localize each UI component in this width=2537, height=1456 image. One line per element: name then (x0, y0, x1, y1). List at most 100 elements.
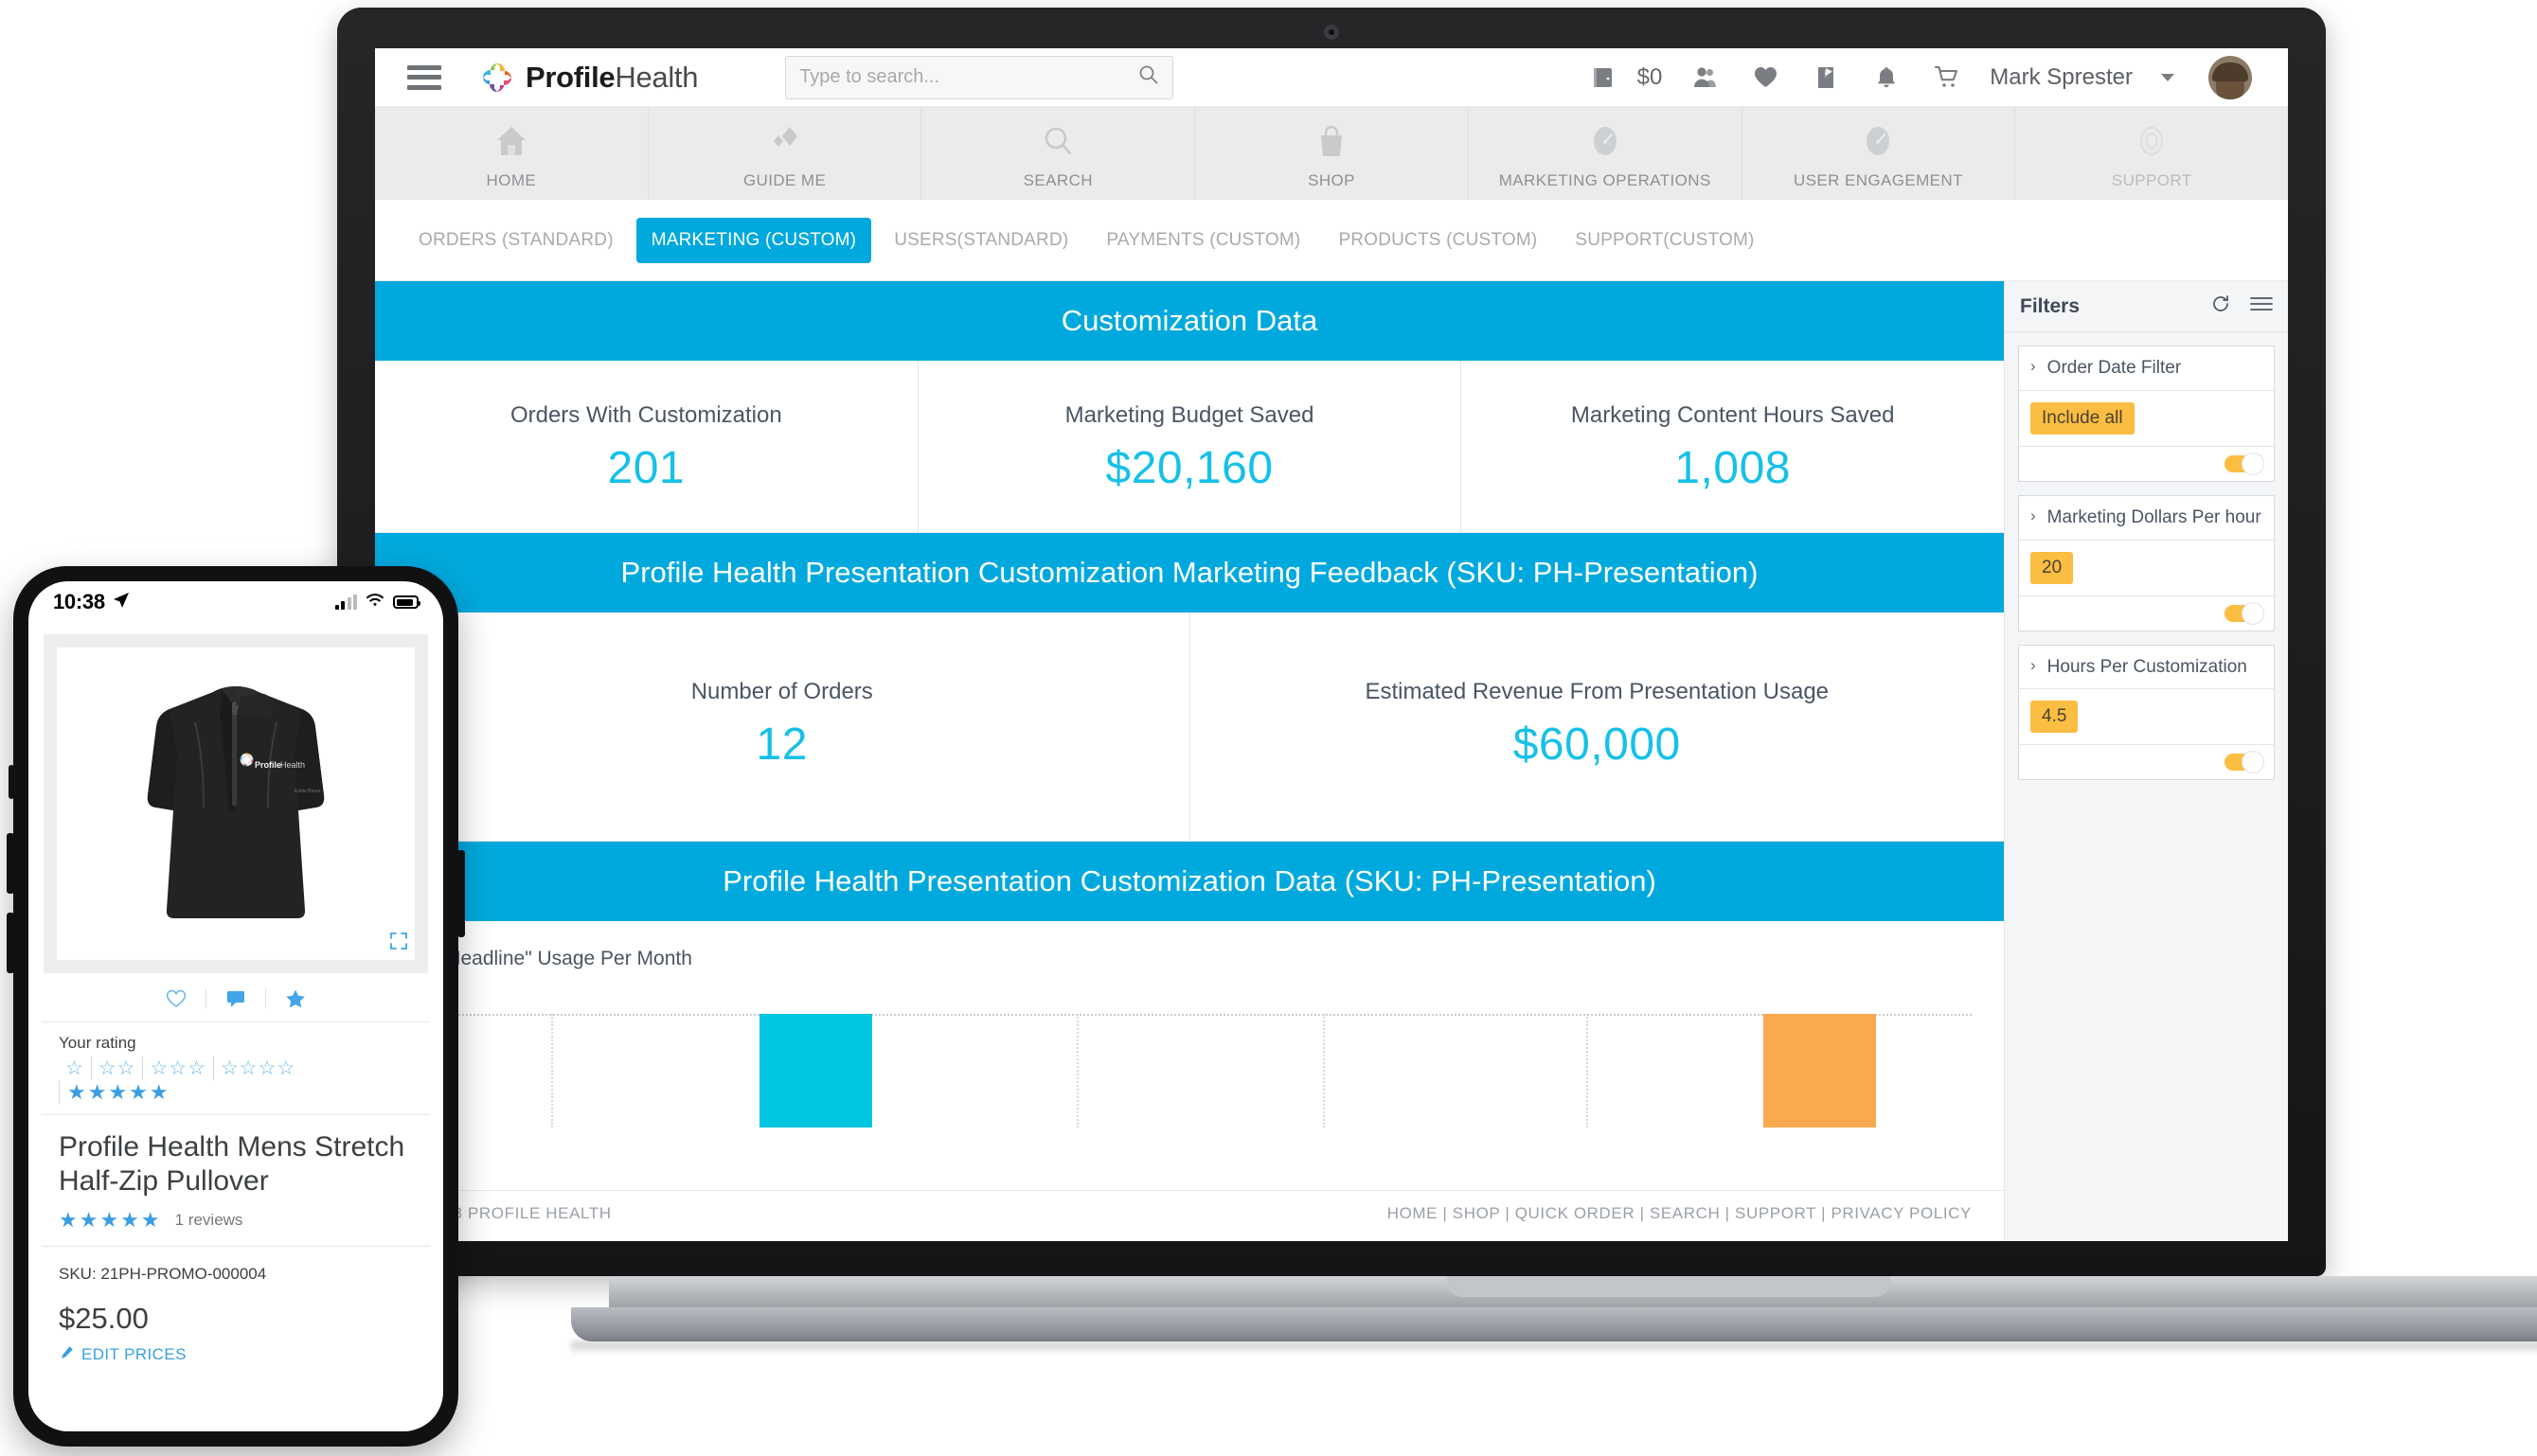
nav-label: MARKETING OPERATIONS (1498, 171, 1711, 189)
hamburger-icon[interactable] (407, 64, 441, 90)
edit-prices-link[interactable]: EDIT PRICES (42, 1341, 430, 1365)
chart-vgrid (1585, 1014, 1588, 1128)
rating-group-2[interactable]: ☆☆ (90, 1056, 143, 1080)
nav-item-marketing-operations[interactable]: MARKETING OPERATIONS (1469, 107, 1742, 200)
gauge-icon (1588, 122, 1622, 160)
star-icon[interactable] (265, 988, 325, 1008)
product-sku: SKU: 21PH-PROMO-000004 (59, 1265, 267, 1283)
chart-gridline (428, 1014, 1972, 1016)
nav-item-shop[interactable]: SHOP (1195, 107, 1469, 200)
filter-value-pill[interactable]: Include all (2030, 401, 2135, 435)
filter-group-header[interactable]: › Order Date Filter (2019, 346, 2274, 391)
app-body: Customization Data Orders With Customiza… (375, 281, 2288, 1241)
shopping-cart-icon[interactable] (1929, 60, 1965, 96)
search-input[interactable] (799, 66, 1132, 88)
webcam-icon (1324, 25, 1339, 40)
filter-group-body: Include all (2019, 391, 2274, 447)
rating-selected[interactable]: ★★★★★ (59, 1080, 413, 1105)
bell-icon[interactable] (1868, 60, 1904, 96)
brand-light: Health (615, 60, 699, 94)
tab-orders-standard[interactable]: ORDERS (STANDARD) (403, 218, 629, 263)
nav-item-search[interactable]: SEARCH (921, 107, 1196, 200)
filter-group-footer (2019, 745, 2274, 779)
report-tabs: ORDERS (STANDARD) MARKETING (CUSTOM) USE… (375, 200, 2288, 281)
comment-icon[interactable] (205, 988, 265, 1008)
header-actions: $0 Mark Sprester (1586, 55, 2252, 99)
filter-group-footer (2019, 596, 2274, 630)
chevron-right-icon[interactable]: › (2030, 656, 2036, 675)
chart-vgrid (551, 1014, 554, 1128)
chevron-right-icon[interactable]: › (2030, 506, 2036, 525)
brand-text: ProfileHealth (526, 61, 698, 95)
chart-bar[interactable] (1762, 1014, 1876, 1128)
filters-header: Filters (2005, 281, 2288, 332)
laptop-base-lower (571, 1307, 2537, 1341)
tab-products-custom[interactable]: PRODUCTS (CUSTOM) (1323, 218, 1552, 263)
filter-value-pill[interactable]: 4.5 (2030, 701, 2079, 734)
kpi-value: 12 (756, 719, 808, 770)
filter-toggle[interactable] (2224, 751, 2264, 774)
phone-volume-down-button (7, 913, 14, 973)
filter-group-body: 4.5 (2019, 689, 2274, 746)
wallet-icon[interactable] (1586, 60, 1622, 96)
rating-group-1[interactable]: ☆ (59, 1056, 91, 1080)
heart-icon[interactable] (1747, 60, 1783, 96)
wifi-icon (366, 593, 384, 612)
panel-title-marketing-feedback: Profile Health Presentation Customizatio… (375, 533, 2004, 613)
nav-item-support[interactable]: SUPPORT (2015, 107, 2288, 200)
rating-star-groups[interactable]: ☆ ☆☆ ☆☆☆ ☆☆☆☆ (59, 1056, 413, 1080)
product-image[interactable]: Profile Health Eddie Bauer (57, 648, 415, 960)
phone-mockup: 10:38 Profile Health Eddie Bauer Your ra… (7, 566, 465, 1447)
nav-label: SHOP (1308, 171, 1355, 189)
users-icon[interactable] (1687, 60, 1723, 96)
kpi-label: Number of Orders (690, 679, 873, 704)
search-icon[interactable] (1138, 64, 1159, 90)
laptop-body: ProfileHealth Type to search... $0 Mark … (337, 8, 2326, 1276)
kpi-value: $60,000 (1512, 719, 1681, 770)
filter-toggle[interactable] (2224, 601, 2264, 625)
expand-icon[interactable] (388, 931, 409, 956)
edit-prices-label: EDIT PRICES (81, 1345, 187, 1363)
rating-group-3[interactable]: ☆☆☆ (142, 1056, 212, 1080)
filter-label: Order Date Filter (2046, 358, 2182, 378)
chevron-right-icon[interactable]: › (2030, 357, 2036, 376)
tab-users-standard[interactable]: USERS(STANDARD) (879, 218, 1083, 263)
chart-bar[interactable] (759, 1014, 873, 1128)
filter-value-pill[interactable]: 20 (2030, 551, 2074, 584)
nav-item-home[interactable]: HOME (375, 107, 649, 200)
nav-item-user-engagement[interactable]: USER ENGAGEMENT (1742, 107, 2016, 200)
list-menu-icon[interactable] (2250, 296, 2273, 316)
primary-nav: HOME GUIDE ME SEARCH SHOP MARKETING OPER… (375, 107, 2288, 200)
clipboard-pen-icon[interactable] (1808, 60, 1844, 96)
phone-mute-switch (9, 765, 14, 799)
footer-links[interactable]: HOME | SHOP | QUICK ORDER | SEARCH | SUP… (1387, 1204, 1972, 1223)
filters-panel: Filters › Order Date Filter Include all … (2004, 281, 2288, 1241)
chart-plot-area: 3 (405, 1003, 1972, 1128)
heart-outline-icon[interactable] (147, 989, 205, 1008)
user-name[interactable]: Mark Sprester (1990, 64, 2133, 91)
tab-marketing-custom[interactable]: MARKETING (CUSTOM) (635, 217, 872, 263)
chevron-down-icon[interactable] (2161, 73, 2174, 81)
rating-group-4[interactable]: ☆☆☆☆ (212, 1056, 302, 1080)
nav-item-guide-me[interactable]: GUIDE ME (649, 107, 922, 200)
search-box[interactable] (785, 55, 1174, 99)
phone-volume-up-button (7, 833, 14, 894)
filter-group-body: 20 (2019, 541, 2274, 596)
kpi-label: Marketing Budget Saved (1064, 402, 1314, 428)
brand-logo[interactable]: ProfileHealth (481, 61, 698, 95)
brand-bold: Profile (526, 60, 616, 94)
app-header: ProfileHealth Type to search... $0 Mark … (375, 48, 2288, 107)
filter-toggle[interactable] (2224, 452, 2264, 475)
kpi-row-customization: Orders With Customization 201 Marketing … (375, 361, 2004, 533)
refresh-icon[interactable] (2210, 293, 2231, 319)
avatar[interactable] (2208, 55, 2252, 99)
review-count[interactable]: 1 reviews (175, 1211, 243, 1230)
filter-group-header[interactable]: › Marketing Dollars Per hour (2019, 496, 2274, 541)
location-arrow-icon (113, 592, 130, 613)
pencil-icon (59, 1345, 74, 1365)
filter-group-header[interactable]: › Hours Per Customization (2019, 646, 2274, 690)
svg-text:Profile: Profile (255, 760, 281, 770)
tab-support-custom[interactable]: SUPPORT(CUSTOM) (1560, 218, 1769, 263)
tab-payments-custom[interactable]: PAYMENTS (CUSTOM) (1091, 218, 1315, 263)
svg-text:Eddie Bauer: Eddie Bauer (295, 789, 321, 794)
